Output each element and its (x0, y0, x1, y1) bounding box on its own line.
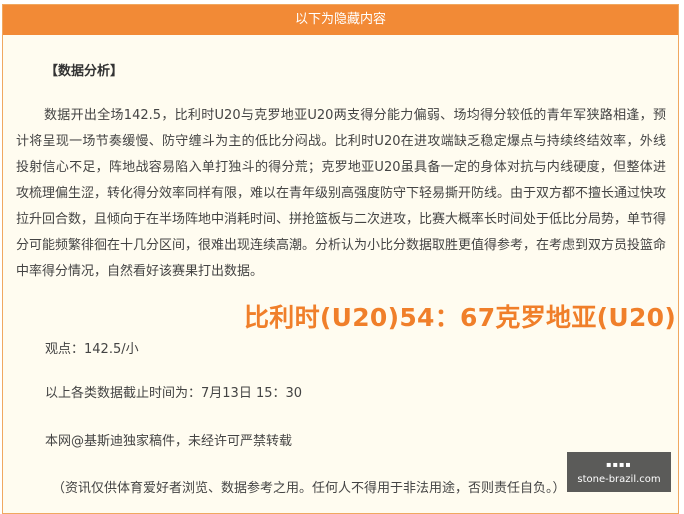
section-title: 【数据分析】 (45, 64, 124, 79)
analysis-paragraph: 数据开出全场142.5，比利时U20与克罗地亚U20两支得分能力偏弱、场均得分较… (16, 108, 667, 279)
watermark-logo-icon: ▪▪▪▪ (606, 460, 632, 469)
viewpoint-line: 观点：142.5/小 (45, 342, 139, 357)
watermark-text: stone-brazil.com (577, 474, 661, 485)
site-watermark[interactable]: ▪▪▪▪ stone-brazil.com (567, 452, 671, 492)
match-score: 比利时(U20)54：67克罗地亚(U20) (244, 303, 677, 332)
disclaimer-line: （资讯仅供体育爱好者浏览、数据参考之用。任何人不得用于非法用途，否则责任自负。） (52, 481, 566, 496)
copyright-line: 本网@基斯迪独家稿件，未经许可严禁转载 (45, 434, 293, 449)
hidden-content-header: 以下为隐藏内容 (3, 5, 678, 35)
data-cutoff-line: 以上各类数据截止时间为：7月13日 15：30 (45, 386, 303, 401)
